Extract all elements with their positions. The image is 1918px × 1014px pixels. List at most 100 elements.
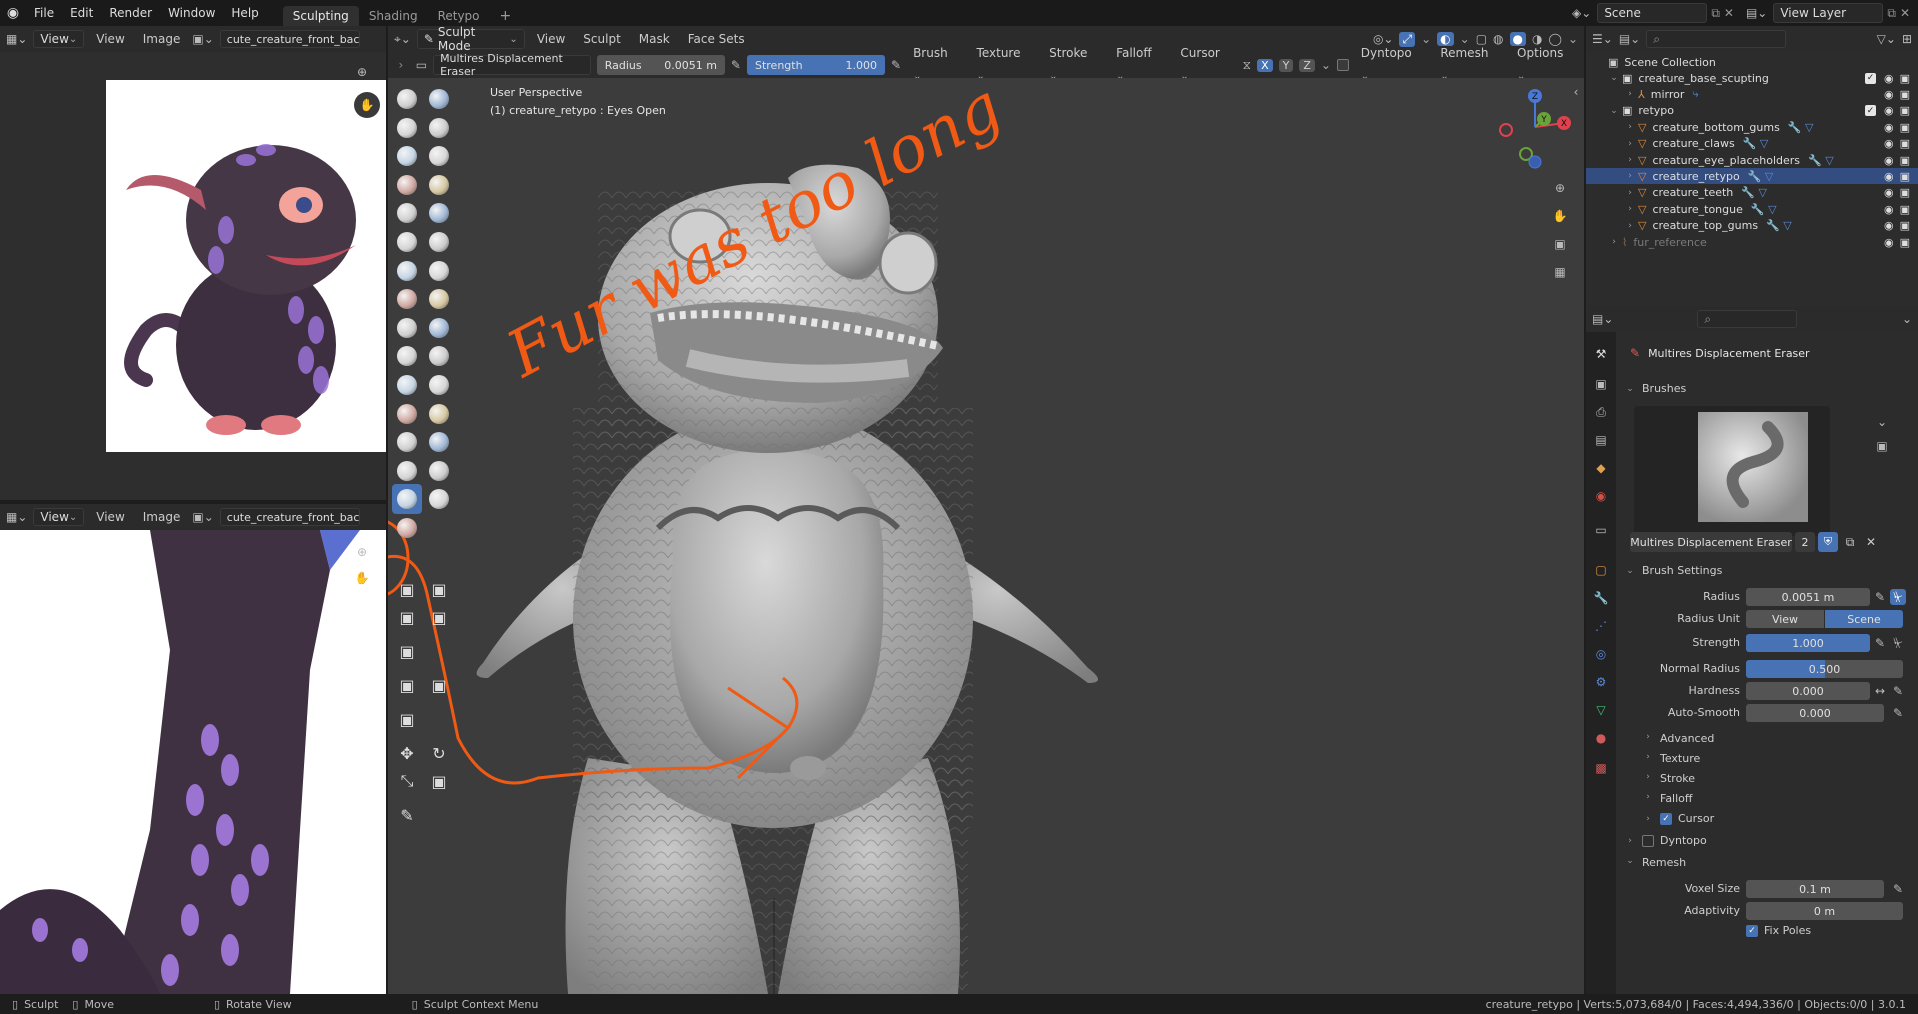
tool-mask-icon[interactable] [392, 456, 422, 486]
visibility-eye-icon[interactable]: ◉ [1884, 72, 1894, 85]
view-layer-tab-icon[interactable]: ▤ [1593, 432, 1609, 448]
expand-toggle-icon[interactable]: ⌄ [1608, 106, 1620, 116]
render-camera-icon[interactable]: ▣ [1900, 170, 1910, 183]
visibility-eye-icon[interactable]: ◉ [1884, 137, 1894, 150]
scene-icon[interactable]: ◈⌄ [1572, 6, 1591, 20]
advanced-subpanel[interactable]: › Advanced [1642, 732, 1714, 745]
view-layer-selector[interactable]: View Layer [1773, 3, 1884, 23]
tool-rotate-icon[interactable] [424, 370, 454, 400]
copy-scene-icon[interactable]: ⧉ [1711, 6, 1720, 21]
outliner-search[interactable]: ⌕ [1646, 30, 1787, 48]
3d-viewport[interactable]: User Perspective (1) creature_retypo : E… [388, 78, 1584, 994]
display-mode-icon[interactable]: ▤⌄ [1619, 32, 1640, 46]
tool-slide-relax-icon[interactable] [392, 399, 422, 429]
remesh-section-header[interactable]: ⌄ Remesh [1624, 856, 1686, 869]
hardness-field[interactable]: 0.000 [1746, 682, 1870, 700]
outliner-row[interactable]: › ▽ creature_tongue 🔧 ▽ ◉ ▣ [1586, 201, 1918, 217]
brush-preview[interactable] [1634, 406, 1830, 536]
tool-lasso-mask-icon[interactable]: ▣ [424, 574, 454, 604]
outliner-row[interactable]: › ⅄ mirror ⤷ ◉ ▣ [1586, 86, 1918, 102]
menu-view[interactable]: View [90, 507, 130, 527]
tool-box-face-set-icon[interactable]: ▣ [392, 602, 422, 632]
view-mode-selector[interactable]: View [33, 508, 85, 526]
expand-toggle-icon[interactable]: › [1624, 155, 1636, 165]
tool-draw-face-sets-icon[interactable] [424, 456, 454, 486]
zoom-view-icon[interactable]: ⊕ [1550, 178, 1570, 198]
tool-elastic-deform-icon[interactable] [392, 313, 422, 343]
radius-unit-view-button[interactable]: View [1746, 610, 1824, 628]
image-browse-icon[interactable]: ▣⌄ [192, 510, 213, 524]
expand-toggle-icon[interactable]: › [1624, 171, 1636, 181]
strength-pressure-icon[interactable]: ✎ [891, 58, 901, 72]
fake-user-icon[interactable]: ⛨ [1818, 532, 1838, 552]
menu-image[interactable]: Image [137, 507, 187, 527]
image-editor-top-canvas[interactable]: ⊕ ✋ [0, 52, 386, 500]
outliner-row[interactable]: ⌄ ▣ retypo ✓ ◉ ▣ [1586, 103, 1918, 119]
render-camera-icon[interactable]: ▣ [1900, 137, 1910, 150]
visibility-eye-icon[interactable]: ◉ [1884, 203, 1894, 216]
add-workspace-button[interactable]: + [490, 6, 522, 26]
tool-transform-icon[interactable]: ▣ [424, 766, 454, 796]
render-camera-icon[interactable]: ▣ [1900, 104, 1910, 117]
normal-radius-slider[interactable]: 0.500 [1746, 660, 1903, 678]
tool-draw-sharp-icon[interactable] [424, 84, 454, 114]
modifier-tab-icon[interactable]: 🔧 [1593, 590, 1609, 606]
menu-render[interactable]: Render [101, 0, 160, 26]
material-tab-icon[interactable]: ● [1593, 730, 1609, 746]
strength-pressure-icon[interactable]: ✎ [1872, 635, 1888, 651]
modifier-indicator-icon[interactable]: 🔧 ▽ [1766, 219, 1792, 232]
tool-multiplane-scrape-icon[interactable] [424, 256, 454, 286]
fix-poles-row[interactable]: ✓ Fix Poles [1746, 924, 1811, 937]
pan-hand-icon[interactable]: ✋ [354, 92, 380, 118]
mode-selector[interactable]: ✎ Sculpt Mode [416, 25, 525, 53]
mirror-y-toggle[interactable]: Y [1278, 58, 1294, 72]
outliner-row[interactable]: › ▽ creature_teeth 🔧 ▽ ◉ ▣ [1586, 185, 1918, 201]
menu-file[interactable]: File [26, 0, 62, 26]
image-editor-bottom-canvas[interactable]: ⊕ ✋ [0, 530, 386, 994]
dyntopo-checkbox[interactable] [1642, 834, 1654, 847]
copy-view-layer-icon[interactable]: ⧉ [1887, 6, 1896, 21]
particles-tab-icon[interactable]: ⋰ [1593, 618, 1609, 634]
mirror-z-toggle[interactable]: Z [1299, 58, 1315, 72]
render-tab-icon[interactable]: ▣ [1593, 376, 1609, 392]
visibility-eye-icon[interactable]: ◉ [1884, 154, 1894, 167]
tool-thumb-icon[interactable] [392, 341, 422, 371]
modifier-indicator-icon[interactable]: 🔧 ▽ [1808, 154, 1834, 167]
scene-collection-row[interactable]: ▣ Scene Collection [1608, 54, 1716, 70]
object-tab-icon[interactable]: ▢ [1593, 562, 1609, 578]
workspace-tab-retypo[interactable]: Retypo [428, 6, 490, 26]
expand-toggle-icon[interactable]: ⌄ [1608, 73, 1620, 83]
workspace-tab-sculpting[interactable]: Sculpting [282, 6, 359, 26]
radius-unit-scene-button[interactable]: Scene [1825, 610, 1903, 628]
image-browse-icon[interactable]: ▣⌄ [192, 32, 213, 46]
visibility-eye-icon[interactable]: ◉ [1884, 186, 1894, 199]
tool-mesh-filter-icon[interactable]: ▣ [392, 636, 422, 666]
tool-multires-displacement-eraser-icon[interactable] [392, 484, 422, 515]
editor-type-icon[interactable]: ☰⌄ [1592, 32, 1613, 46]
expand-toggle-icon[interactable]: › [1624, 204, 1636, 214]
strength-field[interactable]: Strength 1.000 [746, 55, 886, 75]
visibility-eye-icon[interactable]: ◉ [1884, 88, 1894, 101]
tool-annotate-icon[interactable]: ✎ [392, 800, 422, 830]
dyntopo-section-header[interactable]: › Dyntopo [1624, 834, 1707, 847]
modifier-indicator-icon[interactable]: 🔧 ▽ [1788, 121, 1814, 134]
menu-window[interactable]: Window [160, 0, 223, 26]
physics-tab-icon[interactable]: ◎ [1593, 646, 1609, 662]
brush-icon[interactable]: ▭ [416, 58, 427, 72]
strength-lock-icon[interactable]: ⏧ [1890, 635, 1906, 651]
menu-help[interactable]: Help [223, 0, 266, 26]
brush-image-icon[interactable]: ▣ [1874, 438, 1890, 454]
texture-subpanel[interactable]: › Texture [1642, 752, 1700, 765]
tool-simplify-icon[interactable] [424, 427, 454, 457]
visibility-eye-icon[interactable]: ◉ [1884, 219, 1894, 232]
render-camera-icon[interactable]: ▣ [1900, 88, 1910, 101]
brush-preview-dropdown-icon[interactable]: ⌄ [1874, 414, 1890, 430]
render-camera-icon[interactable]: ▣ [1900, 219, 1910, 232]
tool-snake-hook-icon[interactable] [424, 313, 454, 343]
navigation-gizmo[interactable]: X Y Z [1492, 84, 1578, 170]
tool-smooth-icon[interactable] [424, 198, 454, 228]
output-tab-icon[interactable]: ⎙ [1593, 404, 1609, 420]
fix-poles-checkbox[interactable]: ✓ [1746, 924, 1758, 937]
tool-inflate-icon[interactable] [392, 170, 422, 200]
editor-type-icon[interactable]: ▦⌄ [6, 32, 27, 46]
